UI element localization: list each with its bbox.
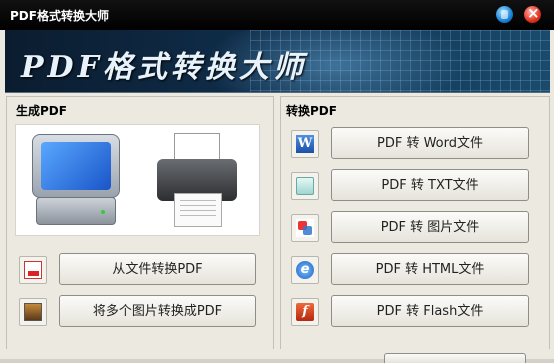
pdf-file-icon [19, 256, 47, 284]
convert-pdf-group-title: 转换PDF [286, 104, 337, 118]
images-to-pdf-button[interactable]: 将多个图片转换成PDF [59, 295, 256, 327]
pdf-to-image-button[interactable]: PDF 转 图片文件 [331, 211, 529, 243]
word-icon: W [291, 130, 319, 158]
computer-printer-illustration [15, 124, 260, 236]
txt-icon [291, 172, 319, 200]
title-bar: PDF格式转换大师 [0, 0, 554, 30]
close-button[interactable] [524, 4, 541, 23]
html-icon: e [291, 256, 319, 284]
flash-icon: f [291, 298, 319, 326]
monitor-icon [32, 134, 120, 198]
computer-case-icon [36, 197, 116, 225]
pdf-to-txt-button[interactable]: PDF 转 TXT文件 [331, 169, 529, 201]
picture-icon [291, 214, 319, 242]
printer-output-paper [174, 193, 222, 227]
pdf-to-html-button[interactable]: PDF 转 HTML文件 [331, 253, 529, 285]
pdf-to-flash-button[interactable]: PDF 转 Flash文件 [331, 295, 529, 327]
window-title: PDF格式转换大师 [10, 9, 109, 23]
banner-title: PDF格式转换大师 [21, 50, 307, 85]
pdf-to-word-button[interactable]: PDF 转 Word文件 [331, 127, 529, 159]
create-pdf-group-title: 生成PDF [16, 104, 67, 118]
app-window: PDF格式转换大师 PDF格式转换大师 生成PDF 从文件转换PDF 将多个图片… [0, 0, 554, 363]
minimize-button[interactable] [496, 6, 513, 23]
image-icon [19, 298, 47, 326]
footer-button[interactable] [384, 353, 526, 363]
header-banner: PDF格式转换大师 [5, 30, 550, 93]
convert-file-to-pdf-button[interactable]: 从文件转换PDF [59, 253, 256, 285]
